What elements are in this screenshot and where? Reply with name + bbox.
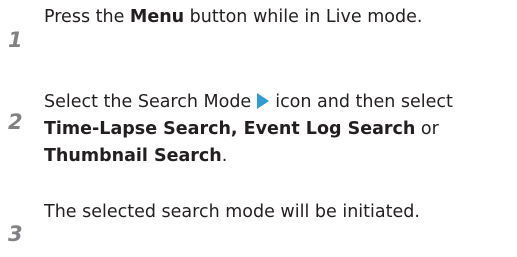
step-text-part: Press the [44,7,130,27]
step-number: 1 [8,28,23,52]
step-text-part: . [221,146,228,166]
step-line: Time-Lapse Search, Event Log Search or [44,116,514,143]
play-triangle-icon [257,93,270,109]
step-text: The selected search mode will be initiat… [44,199,514,226]
step-line: Select the Search Mode icon and then sele… [44,89,514,116]
step-number: 2 [8,110,23,134]
step-text-part: or [415,119,439,139]
thumbnail-search-label: Thumbnail Search [44,146,222,166]
step-text-part: icon and then select [275,92,453,112]
step-line: Thumbnail Search. [44,143,514,170]
step-text-part: button while in Live mode. [184,7,423,27]
step-text: Select the Search Mode icon and then sele… [44,89,514,170]
step-text: Press the Menu button while in Live mode… [44,4,514,31]
search-options-label: Time-Lapse Search, Event Log Search [44,119,416,139]
step-number: 3 [8,222,23,246]
step-text-part: Select the Search Mode [44,92,252,112]
step-text-part: The selected search mode will be initiat… [44,202,420,222]
menu-button-label: Menu [129,7,185,27]
